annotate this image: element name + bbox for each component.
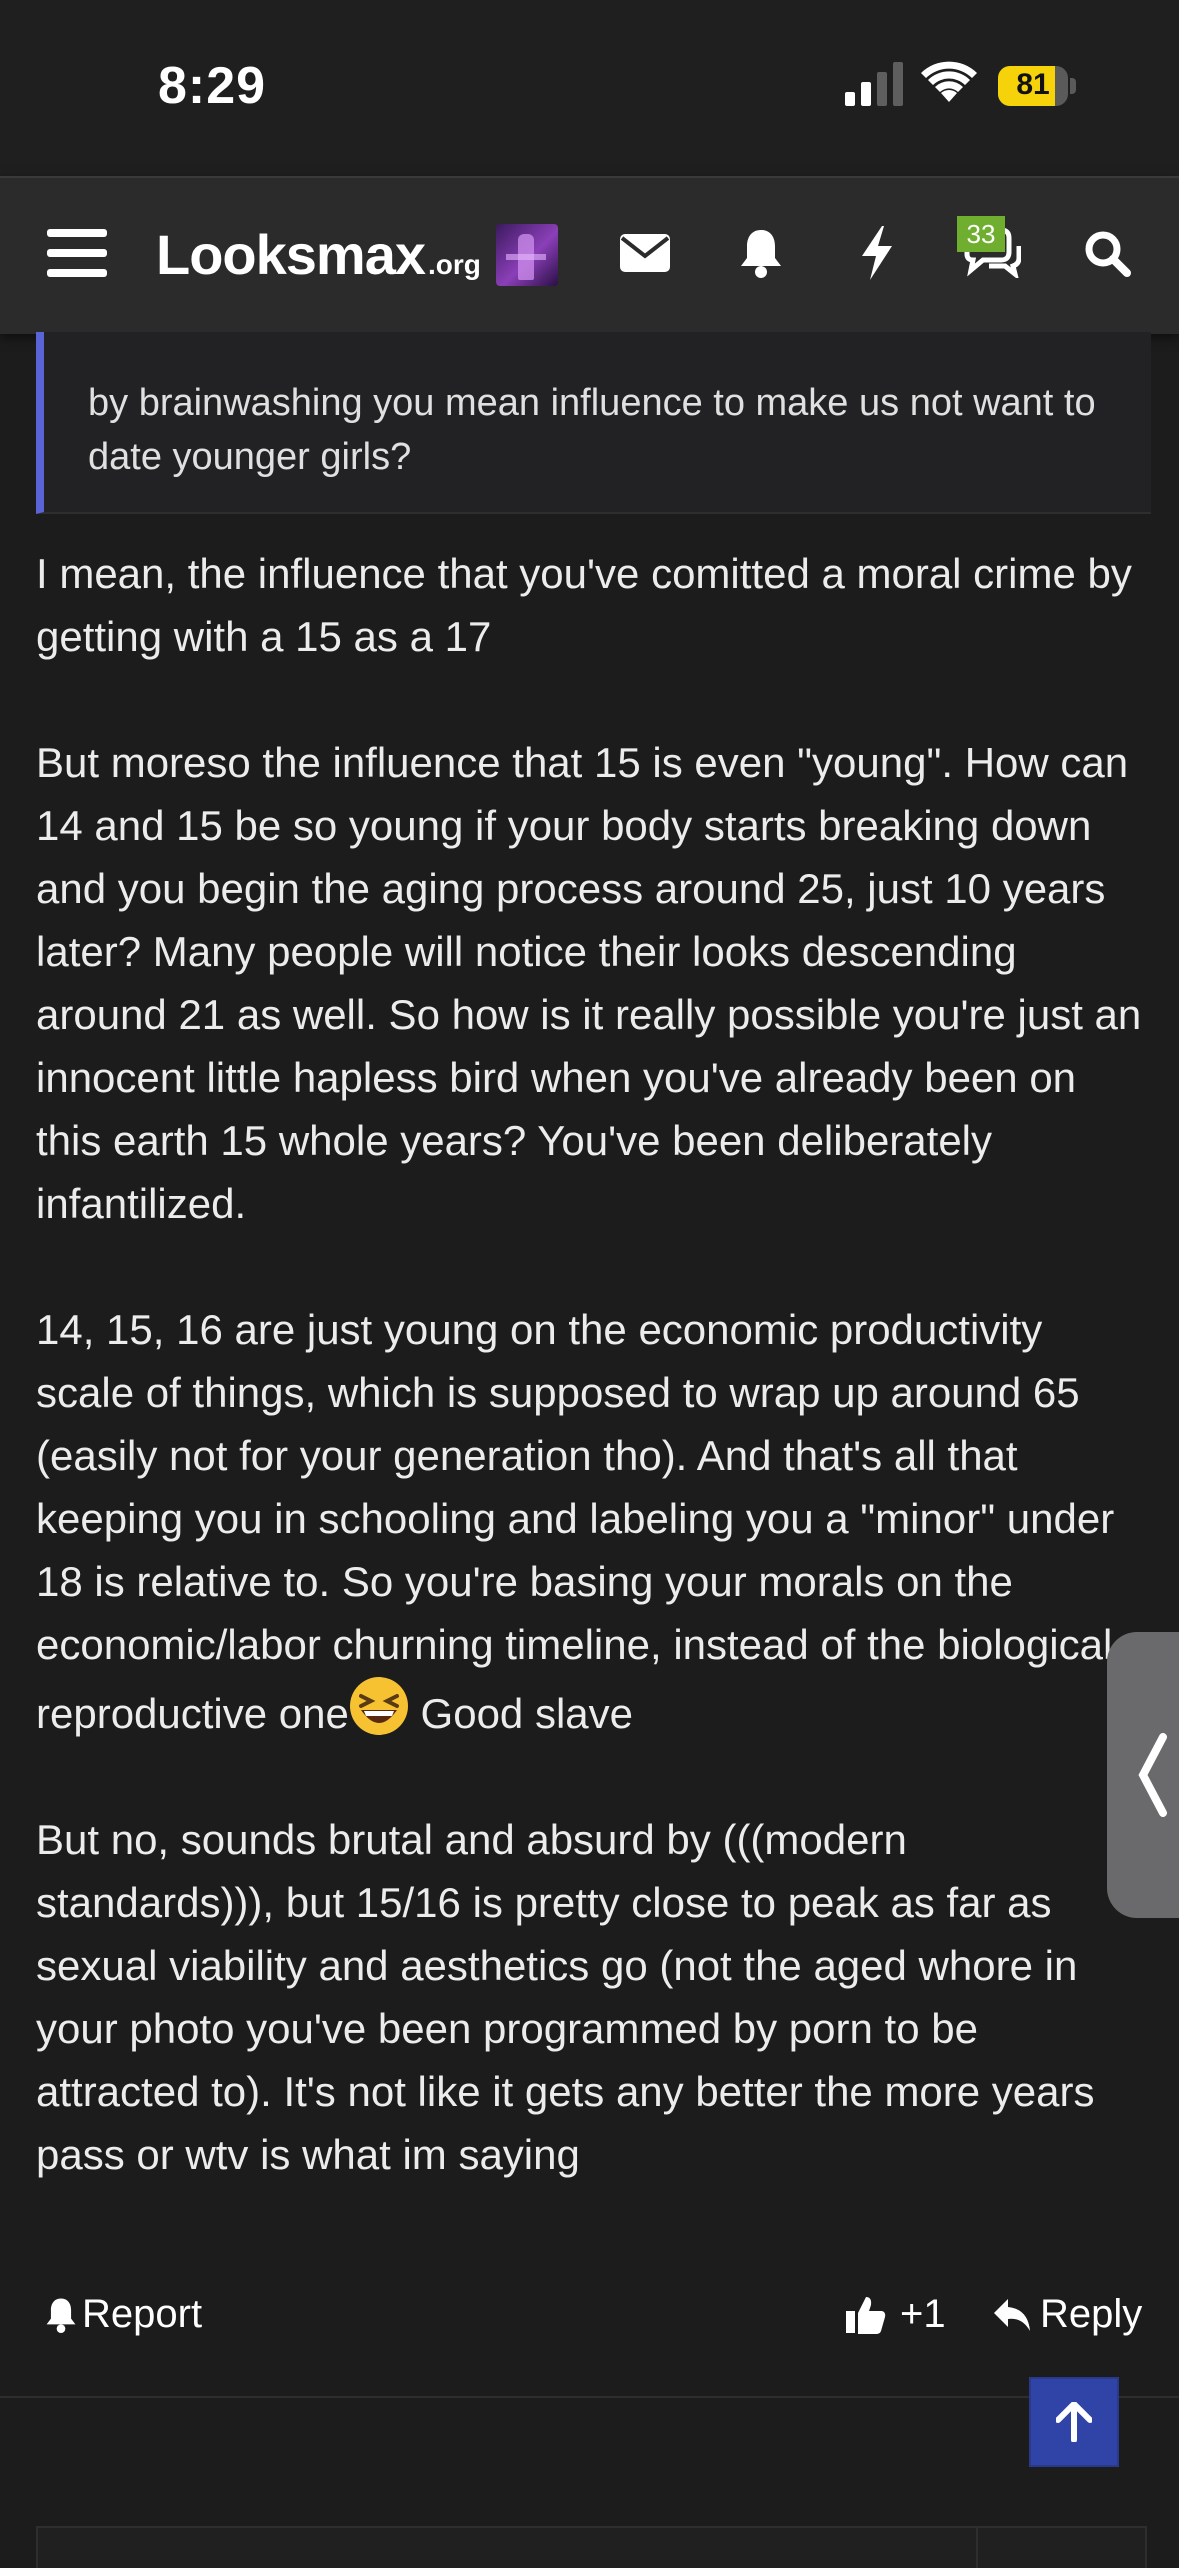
quote-text: by brainwashing you mean influence to ma…	[88, 382, 1096, 478]
like-button[interactable]: +1	[846, 2292, 946, 2337]
menu-icon[interactable]	[42, 218, 112, 288]
logo-main: Looksmax	[156, 223, 426, 286]
reply-icon	[994, 2298, 1030, 2331]
mail-icon[interactable]	[610, 218, 680, 288]
search-icon[interactable]	[1072, 218, 1142, 288]
battery-percent: 81	[1016, 68, 1050, 101]
cellular-signal-icon	[845, 62, 903, 106]
post-paragraph: I mean, the influence that you've comitt…	[36, 550, 1132, 660]
side-panel-toggle[interactable]	[1107, 1632, 1179, 1918]
report-button[interactable]: Report	[44, 2292, 202, 2337]
chevron-left-icon	[1138, 1733, 1167, 1817]
post-divider	[0, 2396, 1179, 2398]
avatar[interactable]	[496, 224, 558, 286]
status-bar: 8:29 81	[0, 0, 1179, 176]
site-logo[interactable]: Looksmax .org	[156, 222, 481, 292]
scroll-to-top-button[interactable]	[1031, 2379, 1117, 2465]
reply-button[interactable]: Reply	[992, 2292, 1142, 2337]
post-paragraph: But moreso the influence that 15 is even…	[36, 739, 1142, 1227]
post-paragraph: 14, 15, 16 are just young on the economi…	[36, 1298, 1146, 1745]
post-paragraph: But no, sounds brutal and absurd by (((m…	[36, 1816, 1095, 2178]
post-body: I mean, the influence that you've comitt…	[36, 542, 1146, 2249]
bell-icon	[46, 2297, 76, 2333]
quoted-message[interactable]: by brainwashing you mean influence to ma…	[36, 332, 1151, 514]
site-navbar: Looksmax .org	[0, 176, 1179, 334]
wifi-icon	[921, 61, 977, 102]
post-text: 14, 15, 16 are just young on the economi…	[36, 1306, 1115, 1737]
arrow-up-icon	[1056, 2402, 1092, 2442]
bell-icon[interactable]	[726, 218, 796, 288]
status-time: 8:29	[158, 57, 267, 115]
battery-indicator: 81	[998, 66, 1076, 106]
post-text: Good slave	[420, 1690, 634, 1737]
report-label: Report	[82, 2292, 203, 2336]
post-actions: Report +1 Reply	[0, 2268, 1179, 2376]
like-count: +1	[900, 2292, 946, 2336]
bolt-icon[interactable]	[842, 218, 912, 288]
reply-label: Reply	[1040, 2292, 1143, 2336]
next-post-box	[36, 2526, 1147, 2568]
laughing-face-emoji	[349, 1677, 408, 1735]
alerts-badge[interactable]: 33	[957, 216, 1005, 252]
logo-suffix: .org	[428, 249, 481, 280]
thumbs-up-icon	[846, 2296, 886, 2334]
